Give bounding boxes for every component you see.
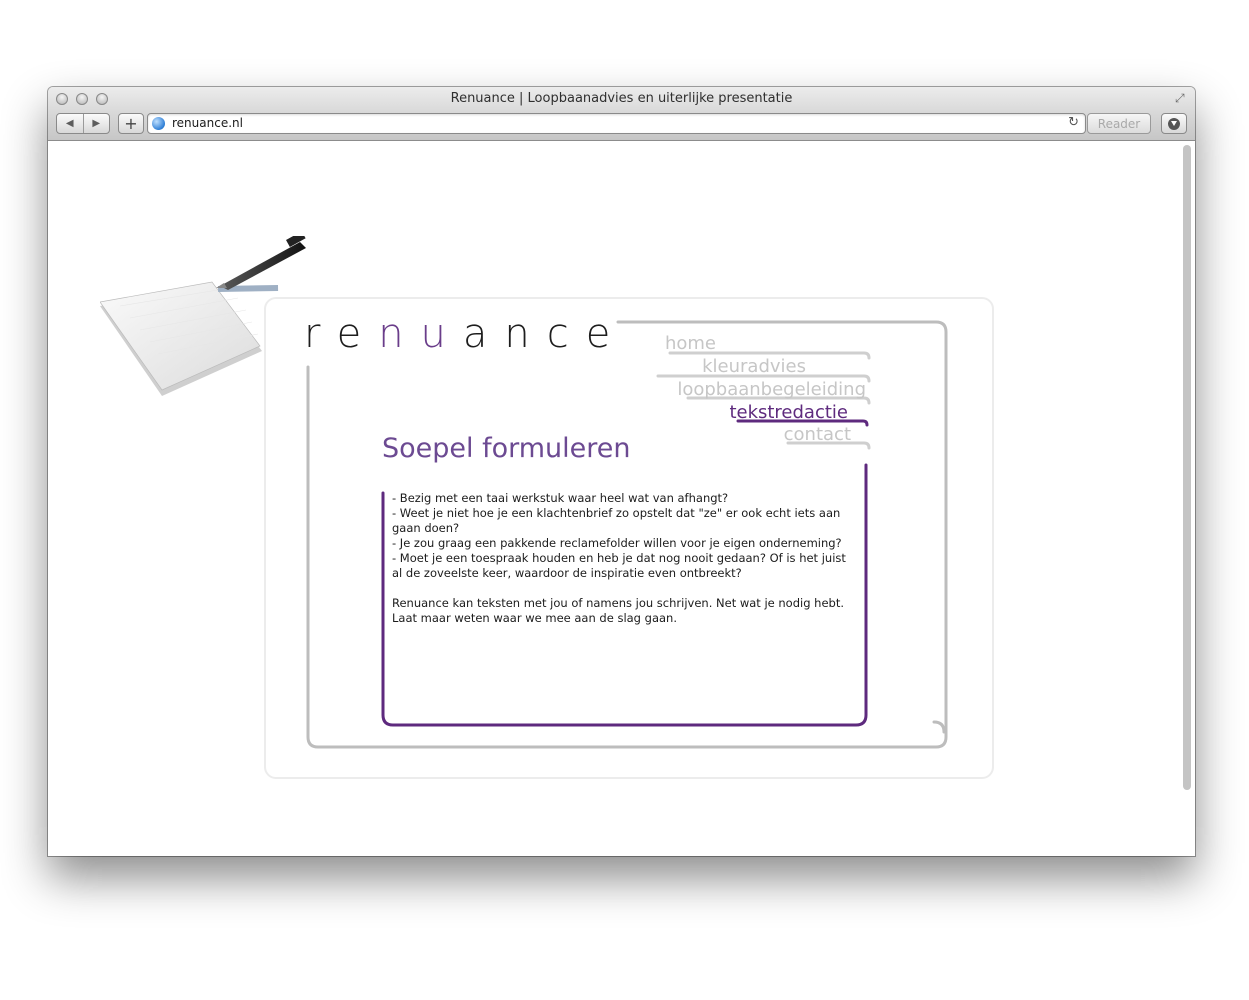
logo-letter: n	[378, 311, 421, 357]
reader-button[interactable]: Reader	[1087, 113, 1151, 134]
renuance-logo[interactable]: renuance	[304, 311, 627, 357]
url-text[interactable]: renuance.nl	[172, 116, 243, 130]
page-viewport: renuance home kleuradvies loopbaanbegeleid…	[48, 141, 1195, 856]
browser-titlebar: Renuance | Loopbaanadvies en uiterlijke …	[48, 87, 1195, 141]
forward-icon[interactable]: ▶	[82, 114, 110, 133]
body-text: - Bezig met een taai werkstuk waar heel …	[392, 491, 854, 626]
logo-letter: c	[546, 311, 586, 357]
body-paragraph: - Moet je een toespraak houden en heb je…	[392, 551, 846, 580]
nav-item-home[interactable]: home	[665, 333, 716, 354]
logo-letter: a	[462, 311, 505, 357]
nav-item-tekstredactie[interactable]: tekstredactie	[729, 402, 848, 423]
download-button[interactable]	[1161, 113, 1187, 134]
logo-letter: r	[304, 311, 337, 357]
main-navigation: home kleuradvies loopbaanbegeleiding tekstr…	[608, 333, 866, 453]
nav-item-loopbaanbegeleiding[interactable]: loopbaanbegeleiding	[677, 379, 866, 400]
logo-letter: e	[336, 311, 379, 357]
back-forward-group: ◀ ▶	[56, 113, 110, 134]
body-paragraph: Laat maar weten waar we mee aan de slag …	[392, 611, 677, 625]
resize-icon[interactable]: ⤢	[1175, 91, 1189, 105]
add-bookmark-icon[interactable]: +	[118, 113, 144, 134]
reload-icon[interactable]: ↻	[1068, 115, 1079, 130]
address-bar[interactable]: renuance.nl ↻	[147, 113, 1086, 134]
nav-item-kleuradvies[interactable]: kleuradvies	[702, 356, 806, 377]
page-heading: Soepel formuleren	[382, 433, 631, 464]
globe-icon	[152, 117, 165, 130]
download-icon	[1168, 117, 1180, 130]
body-paragraph: - Je zou graag een pakkende reclamefolde…	[392, 536, 842, 550]
browser-window: Renuance | Loopbaanadvies en uiterlijke …	[48, 87, 1195, 856]
body-paragraph: Renuance kan teksten met jou of namens j…	[392, 596, 844, 610]
window-title: Renuance | Loopbaanadvies en uiterlijke …	[450, 91, 793, 106]
logo-letter: u	[420, 311, 463, 357]
body-paragraph: - Bezig met een taai werkstuk waar heel …	[392, 491, 729, 505]
body-paragraph: - Weet je niet hoe je een klachtenbrief …	[392, 506, 841, 535]
back-icon[interactable]: ◀	[57, 114, 83, 133]
logo-letter: n	[504, 311, 547, 357]
nav-item-contact[interactable]: contact	[784, 424, 851, 445]
